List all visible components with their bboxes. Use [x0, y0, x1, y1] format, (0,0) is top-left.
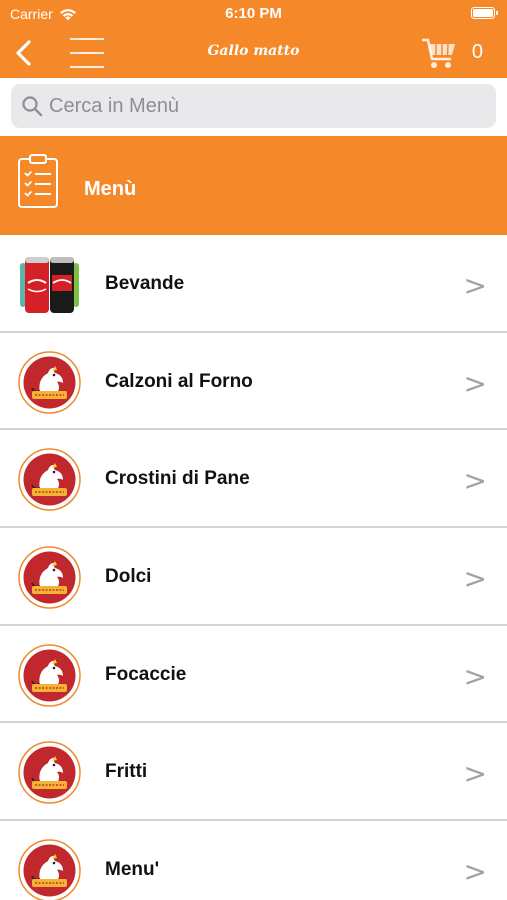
clipboard-list-icon: [18, 154, 58, 208]
status-bar: Carrier 6:10 PM: [0, 0, 507, 28]
menu-category-label: Fritti: [105, 761, 148, 783]
navigation-bar: Gallo matto 0: [0, 28, 507, 78]
menu-category-label: Crostini di Pane: [105, 468, 250, 490]
menu-section-header: Menù: [0, 136, 507, 235]
gallo-matto-logo-image: [18, 741, 81, 805]
chevron-right-icon: >: [463, 562, 487, 596]
menu-category-row[interactable]: Bevande >: [0, 235, 507, 333]
battery-icon: [471, 7, 498, 19]
chevron-right-icon: >: [463, 464, 487, 498]
cart-count: 0: [471, 41, 483, 63]
chevron-right-icon: >: [463, 659, 487, 693]
status-time: 6:10 PM: [225, 5, 282, 22]
menu-category-list: Bevande > Calzoni al Forno > Crostini di P…: [0, 235, 507, 900]
gallo-matto-logo-image: [18, 448, 81, 512]
gallo-matto-logo-image: [18, 839, 81, 900]
search-bar-container: [0, 78, 507, 136]
menu-category-row[interactable]: Fritti >: [0, 723, 507, 822]
menu-category-label: Bevande: [105, 273, 185, 294]
search-box[interactable]: [11, 84, 496, 128]
section-title: Menù: [84, 178, 137, 200]
menu-category-label: Menu': [105, 859, 160, 881]
search-input[interactable]: [49, 94, 469, 118]
gallo-matto-logo-image: [18, 644, 81, 707]
menu-category-label: Dolci: [105, 566, 152, 588]
menu-category-label: Focaccie: [105, 663, 187, 685]
gallo-matto-logo-image: [18, 546, 81, 609]
menu-category-row[interactable]: Crostini di Pane >: [0, 430, 507, 529]
search-icon: [22, 96, 43, 117]
chevron-right-icon: >: [463, 269, 487, 302]
gallo-matto-logo-image: [18, 350, 81, 414]
cart-button[interactable]: [421, 36, 457, 70]
menu-category-label: Calzoni al Forno: [105, 370, 253, 392]
menu-category-row[interactable]: Menu' >: [0, 821, 507, 900]
menu-category-row[interactable]: Dolci >: [0, 528, 507, 626]
chevron-right-icon: >: [463, 855, 487, 889]
drinks-cans-image: [18, 253, 81, 316]
chevron-right-icon: >: [463, 366, 487, 400]
menu-category-row[interactable]: Focaccie >: [0, 625, 507, 724]
menu-category-row[interactable]: Calzoni al Forno >: [0, 332, 507, 431]
shopping-cart-icon: [422, 38, 455, 68]
chevron-right-icon: >: [463, 757, 487, 791]
